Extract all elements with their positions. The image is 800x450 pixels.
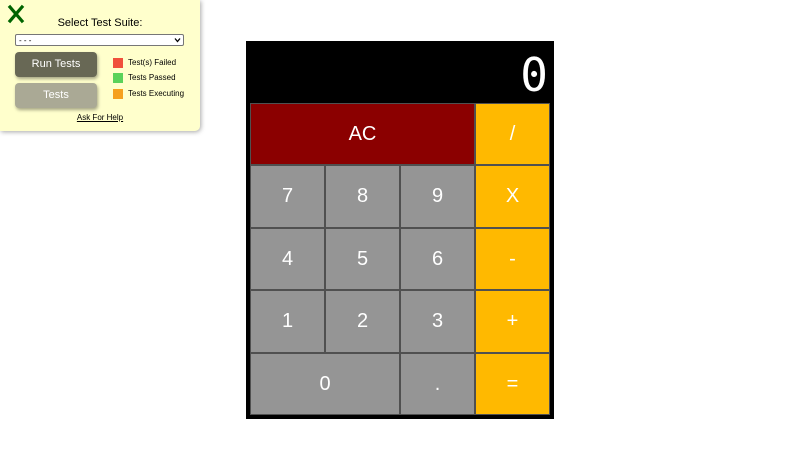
test-suite-select[interactable]: - - -	[15, 34, 184, 46]
key-9[interactable]: 9	[400, 165, 475, 228]
display-value: 0	[520, 48, 548, 102]
ask-for-help-link[interactable]: Ask For Help	[0, 113, 200, 122]
executing-swatch	[113, 89, 123, 99]
failed-swatch	[113, 58, 123, 68]
calculator-display: 0	[246, 41, 554, 103]
panel-title: Select Test Suite:	[57, 17, 143, 29]
key-3[interactable]: 3	[400, 290, 475, 353]
key-2[interactable]: 2	[325, 290, 400, 353]
divide-button[interactable]: /	[475, 103, 550, 165]
legend-failed-label: Test(s) Failed	[128, 58, 177, 67]
passed-swatch	[113, 73, 123, 83]
decimal-button[interactable]: .	[400, 353, 475, 415]
legend-passed-label: Tests Passed	[128, 73, 176, 82]
multiply-button[interactable]: X	[475, 165, 550, 228]
subtract-button[interactable]: -	[475, 228, 550, 290]
key-0[interactable]: 0	[250, 353, 400, 415]
calculator: 0 AC / 7 8 9 X 4 5 6 - 1 2 3 + 0 . =	[246, 41, 554, 419]
run-tests-button[interactable]: Run Tests	[15, 52, 97, 77]
equals-button[interactable]: =	[475, 353, 550, 415]
test-suite-panel: Select Test Suite: - - - Run Tests Tests…	[0, 0, 200, 131]
legend-executing-label: Tests Executing	[128, 89, 185, 98]
tests-button[interactable]: Tests	[15, 83, 97, 108]
key-5[interactable]: 5	[325, 228, 400, 290]
key-7[interactable]: 7	[250, 165, 325, 228]
clear-button[interactable]: AC	[250, 103, 475, 165]
suite-select-value: - - -	[19, 36, 32, 45]
key-6[interactable]: 6	[400, 228, 475, 290]
key-1[interactable]: 1	[250, 290, 325, 353]
chevron-down-icon	[174, 38, 181, 43]
key-8[interactable]: 8	[325, 165, 400, 228]
key-4[interactable]: 4	[250, 228, 325, 290]
add-button[interactable]: +	[475, 290, 550, 353]
